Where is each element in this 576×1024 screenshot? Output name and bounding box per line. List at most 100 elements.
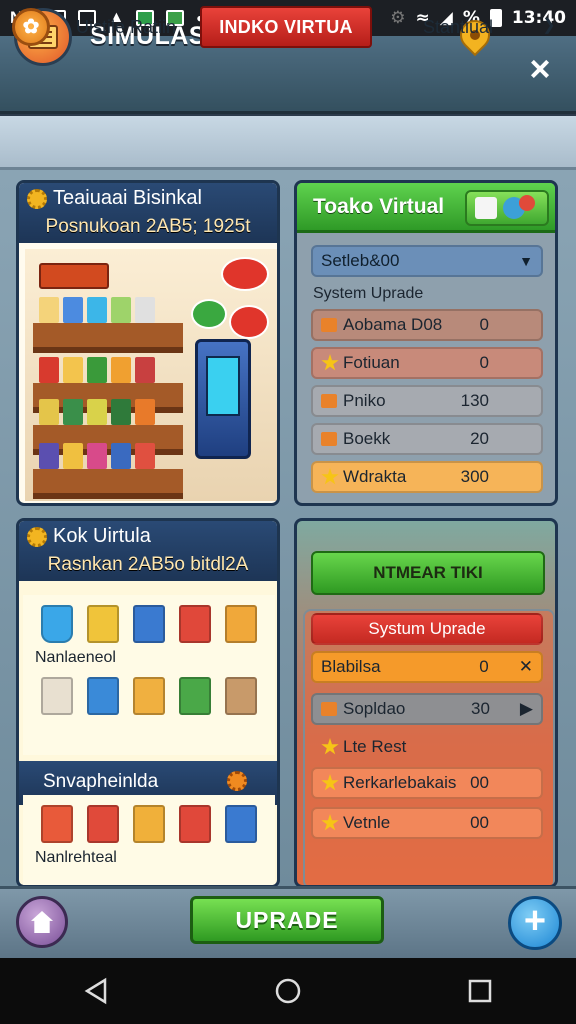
promo-bubble bbox=[229, 305, 269, 339]
row-label: Aobama D08 bbox=[343, 315, 443, 334]
grid-row-label: Nanlrehteal bbox=[35, 849, 117, 866]
product-box[interactable] bbox=[179, 677, 211, 715]
row-label: Wdrakta bbox=[343, 467, 407, 486]
star-icon bbox=[321, 354, 339, 371]
chest-icon bbox=[321, 394, 337, 408]
store-shelf-illustration[interactable] bbox=[25, 249, 277, 501]
gear-icon bbox=[27, 188, 47, 209]
system-upgrade-panel: NTMEAR TIKI Systum Uprade Blabilsa 0 ✕ Sop… bbox=[294, 518, 558, 888]
store-select-value: Setleb&00 bbox=[321, 251, 400, 270]
system-nav-bar bbox=[0, 958, 576, 1024]
row-label: Blabilsa bbox=[321, 657, 381, 676]
product-box[interactable] bbox=[225, 605, 257, 643]
edit-icon bbox=[475, 197, 497, 219]
row-label: Vetnle bbox=[343, 813, 391, 832]
product-grid: Nanlrehteal bbox=[23, 795, 275, 885]
upgrade-row[interactable]: Boekk 20 bbox=[311, 423, 543, 455]
star-icon bbox=[321, 468, 339, 485]
product-box[interactable] bbox=[87, 805, 119, 843]
upgrade-header-label: Systum Uprade bbox=[368, 619, 486, 638]
play-icon[interactable]: ▶ bbox=[520, 699, 533, 719]
promo-bubble bbox=[191, 299, 227, 329]
upgrade-row[interactable]: Sopldao 30 ▶ bbox=[311, 693, 543, 725]
bluetooth-icon[interactable]: ✿ bbox=[12, 8, 50, 46]
store-preview-header: Teaiuaai Bisinkal Posnukoan 2AB5; 1925t bbox=[19, 183, 277, 243]
section-title: Snvapheinlda bbox=[43, 771, 159, 792]
row-label: Pniko bbox=[343, 391, 386, 410]
product-box[interactable] bbox=[133, 677, 165, 715]
catalog-title: Kok Uirtula bbox=[53, 525, 151, 547]
upgrade-row[interactable]: Pniko 130 bbox=[311, 385, 543, 417]
virtual-store-panel: Toako Virtual Setleb&00 ▼ System Uprade … bbox=[294, 180, 558, 506]
product-box[interactable] bbox=[179, 605, 211, 643]
bucket-product[interactable] bbox=[41, 605, 73, 643]
virtual-catalog-panel: Kok Uirtula Rasnkan 2AB5o bitdl2A Nanlae… bbox=[16, 518, 280, 888]
chevron-down-icon[interactable]: ❯ bbox=[534, 14, 564, 38]
upgrade-row[interactable]: Rerkarlebakais 00 bbox=[311, 767, 543, 799]
product-box[interactable] bbox=[133, 805, 165, 843]
shop-icons-button[interactable] bbox=[465, 190, 549, 226]
dropdown-icon: ▼ bbox=[519, 253, 533, 269]
star-icon bbox=[321, 814, 339, 831]
product-box[interactable] bbox=[179, 805, 211, 843]
home-button[interactable] bbox=[16, 896, 68, 948]
home-nav-icon[interactable] bbox=[273, 976, 303, 1006]
badge-icon bbox=[519, 195, 535, 211]
upgrade-button[interactable]: UPRADE bbox=[190, 896, 384, 944]
row-value: 0 bbox=[479, 315, 489, 334]
row-value: 0 bbox=[479, 353, 489, 372]
upgrade-row[interactable]: Wdrakta 300 bbox=[311, 461, 543, 493]
shelf-products bbox=[39, 297, 155, 323]
row-label: Sopldao bbox=[343, 699, 406, 718]
row-value: 20 bbox=[470, 429, 489, 448]
home-icon bbox=[31, 911, 53, 933]
row-value: 300 bbox=[460, 467, 489, 486]
gear-icon[interactable] bbox=[227, 771, 247, 791]
system-upgrade-label: System Uprade bbox=[313, 285, 424, 302]
buy-button[interactable]: NTMEAR TIKI bbox=[311, 551, 545, 595]
upgrade-row[interactable]: Lte Rest bbox=[311, 731, 543, 763]
product-box[interactable] bbox=[87, 677, 119, 715]
upgrade-row[interactable]: Blabilsa 0 ✕ bbox=[311, 651, 543, 683]
upgrade-row[interactable]: Fotiuan 0 bbox=[311, 347, 543, 379]
upgrade-header: Systum Uprade bbox=[311, 613, 543, 645]
tab-stantiual[interactable]: Stantiual bbox=[408, 6, 508, 48]
settings-gear-icon: ⚙ bbox=[390, 8, 406, 28]
shelf-products bbox=[39, 357, 155, 383]
catalog-subtitle: Rasnkan 2AB5o bitdl2A bbox=[47, 554, 249, 575]
product-box[interactable] bbox=[87, 605, 119, 643]
virtual-store-title: Toako Virtual bbox=[313, 195, 445, 218]
back-icon[interactable] bbox=[81, 976, 111, 1006]
shop-sign bbox=[39, 263, 109, 289]
upgrade-row[interactable]: Vetnle 00 bbox=[311, 807, 543, 839]
row-value: 130 bbox=[460, 391, 489, 410]
product-box[interactable] bbox=[225, 677, 257, 715]
row-label: Lte Rest bbox=[343, 737, 407, 756]
tab-utility[interactable]: Uistile Ratiin bbox=[56, 6, 196, 48]
product-box[interactable] bbox=[41, 677, 73, 715]
star-icon bbox=[321, 774, 339, 791]
store-select[interactable]: Setleb&00 ▼ bbox=[311, 245, 543, 277]
shelf-products bbox=[39, 399, 155, 425]
gear-icon bbox=[27, 526, 47, 547]
catalog-header: Kok Uirtula Rasnkan 2AB5o bitdl2A bbox=[19, 521, 277, 581]
product-box[interactable] bbox=[41, 805, 73, 843]
product-box[interactable] bbox=[133, 605, 165, 643]
grid-row-label: Nanlaeneol bbox=[35, 649, 116, 666]
chest-icon bbox=[321, 432, 337, 446]
tab-bar bbox=[0, 116, 576, 170]
tab-indko-virtua[interactable]: INDKO VIRTUA bbox=[200, 6, 372, 48]
promo-bubble bbox=[221, 257, 269, 291]
product-grid: Nanlaeneol bbox=[23, 595, 275, 755]
recents-icon[interactable] bbox=[465, 976, 495, 1006]
row-value: 30 bbox=[471, 699, 490, 718]
upgrade-row[interactable]: Aobama D08 0 bbox=[311, 309, 543, 341]
add-button[interactable]: + bbox=[508, 896, 562, 950]
product-box[interactable] bbox=[225, 805, 257, 843]
close-button[interactable]: × bbox=[522, 51, 558, 88]
row-value: 00 bbox=[470, 813, 489, 832]
kiosk-machine bbox=[195, 339, 251, 459]
row-label: Fotiuan bbox=[343, 353, 400, 372]
remove-icon[interactable]: ✕ bbox=[519, 657, 533, 677]
row-label: Boekk bbox=[343, 429, 391, 448]
